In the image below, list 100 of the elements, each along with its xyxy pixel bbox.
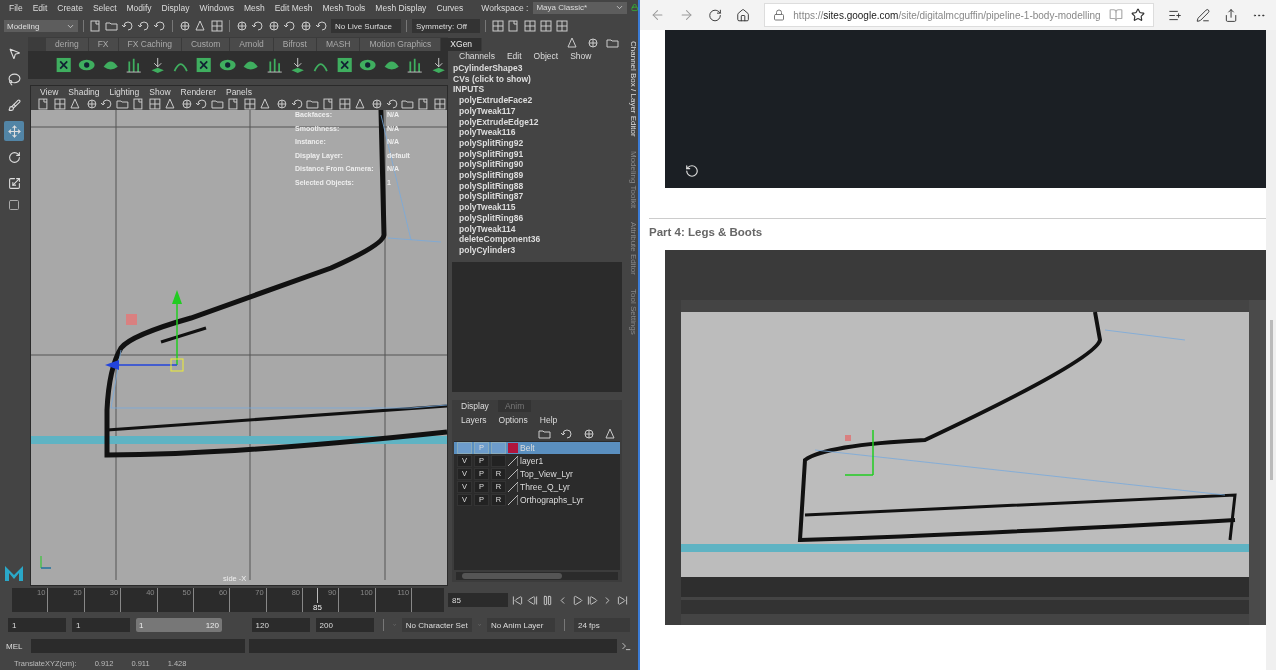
input-node[interactable]: polySplitRing92 <box>453 137 624 149</box>
crosshair-icon[interactable] <box>235 19 249 33</box>
input-node[interactable]: polyCylinder3 <box>453 244 624 256</box>
folder-icon[interactable] <box>211 97 226 111</box>
folder-icon[interactable] <box>116 97 131 111</box>
go-to-start-icon[interactable] <box>512 594 523 606</box>
command-field[interactable] <box>31 639 246 653</box>
shelf-tab[interactable]: MASH <box>316 38 361 51</box>
curved-arrow-icon[interactable] <box>315 19 329 33</box>
channel-menu-item[interactable]: Show <box>565 51 597 61</box>
pen-icon[interactable] <box>1195 7 1210 23</box>
curved-arrow-icon[interactable] <box>137 19 151 33</box>
triangle-icon[interactable] <box>163 97 178 111</box>
star-icon[interactable] <box>1130 8 1145 22</box>
grid-icon[interactable] <box>338 97 352 111</box>
folder-icon[interactable] <box>606 36 620 50</box>
channel-menu-item[interactable]: Edit <box>501 51 527 61</box>
display-type-toggle[interactable] <box>491 441 506 454</box>
shelf-tab[interactable]: dering <box>46 38 89 51</box>
grid-icon[interactable] <box>210 19 224 33</box>
crosshair-icon[interactable] <box>299 19 313 33</box>
menu-item[interactable]: Mesh Tools <box>317 2 371 13</box>
shelf-tab[interactable]: Arnold <box>230 38 274 51</box>
crosshair-icon[interactable] <box>582 426 596 441</box>
input-node[interactable]: polyTweak117 <box>453 105 624 117</box>
address-field[interactable]: https://sites.google.com/site/digitalmcguffin/pipeline-1-body-modelling <box>764 3 1154 27</box>
grid-icon[interactable] <box>52 97 67 111</box>
curved-arrow-icon[interactable] <box>153 19 167 33</box>
current-frame-field[interactable]: 85 <box>448 593 508 607</box>
crosshair-icon[interactable] <box>178 19 192 33</box>
shelf-tab[interactable]: Motion Graphics <box>360 38 442 51</box>
live-surface-field[interactable]: No Live Surface <box>331 19 401 33</box>
shelf-tab[interactable]: Custom <box>181 38 231 51</box>
triangle-icon[interactable] <box>258 97 273 111</box>
triangle-icon[interactable] <box>353 97 368 111</box>
anim-layer-field[interactable]: No Anim Layer <box>487 618 555 632</box>
refresh-icon[interactable] <box>708 7 723 23</box>
channel-menu-item[interactable]: Object <box>528 51 564 61</box>
grid-icon[interactable] <box>433 97 447 111</box>
curved-arrow-icon[interactable] <box>290 97 305 111</box>
playback-end-field[interactable]: 120 <box>251 618 310 632</box>
menu-item[interactable]: Mesh <box>238 2 270 13</box>
key-forward-icon[interactable] <box>587 594 598 606</box>
file-icon[interactable] <box>37 97 51 111</box>
fps-field[interactable]: 24 fps <box>574 618 630 632</box>
channel-menu-item[interactable]: Channels <box>454 51 500 61</box>
playback-start-field[interactable]: 1 <box>72 618 130 632</box>
input-node[interactable]: polySplitRing86 <box>453 212 624 224</box>
script-editor-icon[interactable] <box>621 640 632 652</box>
curved-arrow-icon[interactable] <box>385 97 400 111</box>
file-icon[interactable] <box>132 97 146 111</box>
folder-icon[interactable] <box>105 19 119 33</box>
input-node[interactable]: polyTweak116 <box>453 127 624 138</box>
go-to-end-icon[interactable] <box>617 594 628 606</box>
panel-menu-item[interactable]: Lighting <box>104 87 145 97</box>
share-icon[interactable] <box>1223 7 1238 23</box>
visibility-toggle[interactable] <box>457 441 472 454</box>
cvs-label[interactable]: CVs (click to show) <box>453 73 624 85</box>
menu-item[interactable]: Modify <box>121 2 157 13</box>
layer-menu-item[interactable]: Help <box>534 414 563 425</box>
panel-menu-item[interactable]: Shading <box>63 87 105 97</box>
curved-arrow-icon[interactable] <box>251 19 265 33</box>
range-slider[interactable]: 1 120 <box>136 618 222 632</box>
step-back-icon[interactable] <box>527 594 538 606</box>
menu-item[interactable]: Edit Mesh <box>269 2 318 13</box>
triangle-icon[interactable] <box>604 426 618 441</box>
menu-item[interactable]: Mesh Display <box>370 2 432 13</box>
shelf-tab[interactable]: FX Caching <box>118 38 182 51</box>
menu-item[interactable]: Select <box>87 2 122 13</box>
input-node[interactable]: polySplitRing87 <box>453 191 624 203</box>
vertical-scrollbar[interactable] <box>1266 30 1276 670</box>
input-node[interactable]: polyExtrudeFace2 <box>453 95 624 106</box>
grid-icon[interactable] <box>242 97 257 111</box>
crosshair-icon[interactable] <box>586 36 600 50</box>
menu-item[interactable]: Windows <box>194 2 239 13</box>
start-frame-field[interactable]: 1 <box>8 618 66 632</box>
layer-menu-item[interactable]: Layers <box>456 414 492 425</box>
menu-item[interactable]: Create <box>52 2 88 13</box>
crosshair-icon[interactable] <box>179 97 194 111</box>
lock-icon[interactable] <box>630 2 638 13</box>
grid-icon[interactable] <box>523 19 537 33</box>
crosshair-icon[interactable] <box>274 97 289 111</box>
object-name[interactable]: pCylinderShape3 <box>453 63 624 74</box>
layer-menu-item[interactable]: Options <box>493 414 533 425</box>
triangle-icon[interactable] <box>194 19 208 33</box>
shelf-tab[interactable]: Bifrost <box>273 38 317 51</box>
menu-item[interactable]: Display <box>156 2 195 13</box>
input-node[interactable]: polyExtrudeEdge12 <box>453 116 624 128</box>
folder-icon[interactable] <box>306 97 321 111</box>
crosshair-icon[interactable] <box>267 19 281 33</box>
panel-menu-item[interactable]: View <box>35 87 64 97</box>
symmetry-field[interactable]: Symmetry: Off <box>412 19 480 33</box>
play-icon[interactable] <box>572 594 583 606</box>
crosshair-icon[interactable] <box>369 97 384 111</box>
file-icon[interactable] <box>89 19 103 33</box>
curved-arrow-icon[interactable] <box>121 19 135 33</box>
folder-icon[interactable] <box>401 97 416 111</box>
curved-arrow-icon[interactable] <box>560 426 574 441</box>
panel-menu-item[interactable]: Show <box>144 87 176 97</box>
input-node[interactable]: deleteComponent36 <box>453 234 624 245</box>
